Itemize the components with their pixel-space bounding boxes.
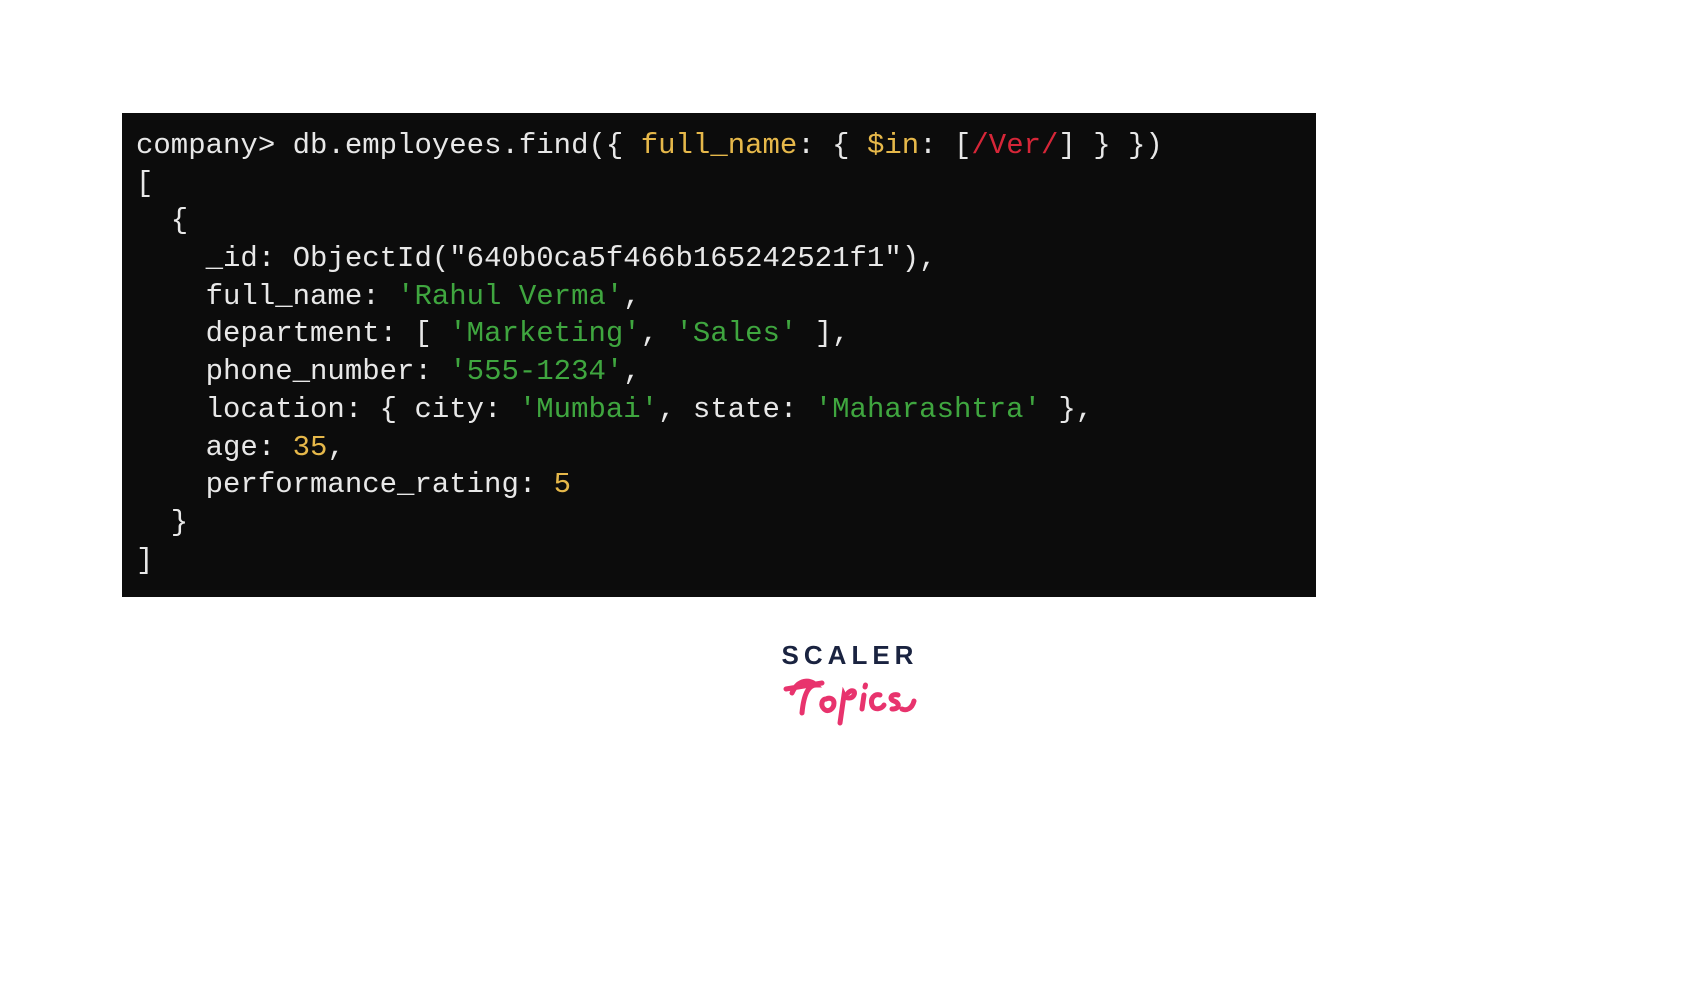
age-key: age:: [136, 431, 293, 464]
result-open-brace: {: [136, 204, 188, 237]
department-val1: 'Marketing': [449, 317, 640, 350]
brand-logo: SCALER: [0, 640, 1700, 735]
id-suffix: ),: [902, 242, 937, 275]
result-close-bracket: ]: [136, 544, 153, 577]
department-val2: 'Sales': [676, 317, 798, 350]
query-regex: /Ver/: [971, 129, 1058, 162]
command-suffix: ] } }): [1058, 129, 1162, 162]
after-operator: : [: [919, 129, 971, 162]
age-suffix: ,: [327, 431, 344, 464]
phone-value: '555-1234': [449, 355, 623, 388]
perf-value: 5: [554, 468, 571, 501]
full-name-suffix: ,: [623, 280, 640, 313]
location-suffix: },: [1041, 393, 1093, 426]
department-key: department: [: [136, 317, 449, 350]
after-field: : {: [797, 129, 867, 162]
perf-key: performance_rating:: [136, 468, 554, 501]
phone-suffix: ,: [623, 355, 640, 388]
logo-line2-script: [780, 665, 920, 735]
prompt: company>: [136, 129, 275, 162]
age-value: 35: [293, 431, 328, 464]
command-prefix: db.employees.find({: [293, 129, 641, 162]
query-operator: $in: [867, 129, 919, 162]
space: [275, 129, 292, 162]
location-state: 'Maharashtra': [815, 393, 1041, 426]
department-suffix: ],: [797, 317, 849, 350]
full-name-key: full_name:: [136, 280, 397, 313]
location-key: location: { city:: [136, 393, 519, 426]
code-block: company> db.employees.find({ full_name: …: [136, 127, 1302, 579]
result-close-brace: }: [136, 506, 188, 539]
department-comma: ,: [641, 317, 676, 350]
location-city: 'Mumbai': [519, 393, 658, 426]
full-name-value: 'Rahul Verma': [397, 280, 623, 313]
terminal-output: company> db.employees.find({ full_name: …: [122, 113, 1316, 597]
id-value: "640b0ca5f466b165242521f1": [449, 242, 901, 275]
result-open-bracket: [: [136, 167, 153, 200]
query-field: full_name: [641, 129, 798, 162]
location-mid: , state:: [658, 393, 815, 426]
id-prefix: _id: ObjectId(: [136, 242, 449, 275]
phone-key: phone_number:: [136, 355, 449, 388]
